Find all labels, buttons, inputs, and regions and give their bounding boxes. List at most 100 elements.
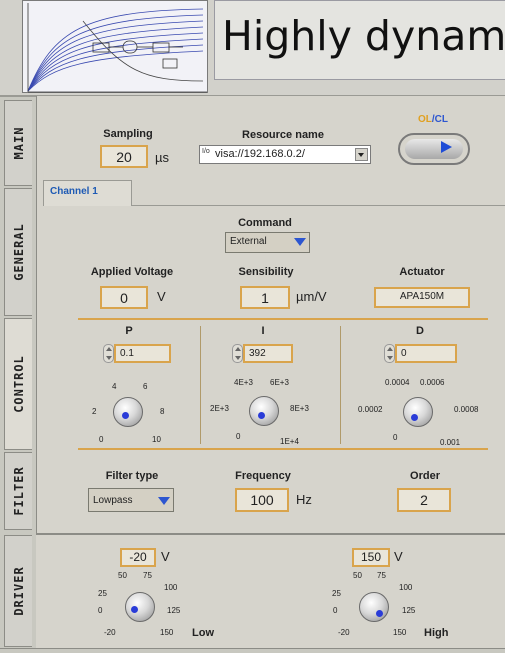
sensibility-field[interactable]: 1 [240, 286, 290, 309]
p-tick-label: 4 [112, 382, 117, 391]
low-tick-label: 100 [164, 583, 178, 592]
play-icon [441, 141, 452, 153]
high-label: High [424, 627, 449, 639]
i-gain-knob[interactable] [249, 396, 279, 426]
high-voltage-unit: V [394, 549, 403, 564]
pid-separator-1 [200, 326, 201, 444]
sampling-field[interactable]: 20 [100, 145, 148, 168]
frequency-unit: Hz [296, 492, 312, 507]
pid-top-separator [78, 318, 488, 320]
dropdown-arrow-icon[interactable] [355, 148, 368, 161]
low-tick-label: 25 [98, 589, 107, 598]
d-gain-knob[interactable] [403, 397, 433, 427]
knob-indicator-dot [258, 412, 265, 419]
app-window: Highly dynam MAIN GENERAL CONTROL FILTER… [0, 0, 505, 653]
filter-type-selector[interactable]: Lowpass [88, 488, 174, 512]
order-label: Order [410, 470, 440, 482]
d-gain-field[interactable]: 0 [395, 344, 457, 363]
d-tick-label: 0.001 [440, 438, 461, 447]
triangle-down-icon [294, 238, 306, 246]
high-tick-label: 150 [393, 628, 407, 637]
ol-text: OL [418, 114, 432, 125]
d-tick-label: 0.0004 [385, 378, 410, 387]
high-tick-label: 0 [333, 606, 338, 615]
d-tick-label: 0.0006 [420, 378, 445, 387]
low-tick-label: 50 [118, 571, 127, 580]
sampling-label: Sampling [103, 128, 153, 140]
sensibility-unit: µm/V [296, 289, 327, 304]
low-tick-label: -20 [104, 628, 116, 637]
d-tick-label: 0.0008 [454, 405, 479, 414]
high-tick-label: 100 [399, 583, 413, 592]
tab-filter[interactable]: FILTER [4, 452, 32, 530]
applied-voltage-unit: V [157, 289, 166, 304]
high-tick-label: 25 [332, 589, 341, 598]
toggle-button-face [405, 139, 463, 159]
tab-control[interactable]: CONTROL [4, 318, 32, 450]
i-tick-label: 4E+3 [234, 378, 253, 387]
d-tick-label: 0.0002 [358, 405, 383, 414]
sampling-unit: µs [155, 150, 169, 165]
i-gain-field[interactable]: 392 [243, 344, 293, 363]
frequency-field[interactable]: 100 [235, 488, 289, 512]
command-selector[interactable]: External [225, 232, 310, 253]
cl-text: CL [434, 114, 449, 125]
pid-bottom-separator [78, 448, 488, 450]
low-tick-label: 75 [143, 571, 152, 580]
high-voltage-knob[interactable] [359, 592, 389, 622]
i-tick-label: 6E+3 [270, 378, 289, 387]
visa-icon: I/o [202, 148, 210, 155]
p-tick-label: 10 [152, 435, 161, 444]
p-tick-label: 6 [143, 382, 148, 391]
command-value: External [230, 236, 267, 247]
p-tick-label: 8 [160, 407, 165, 416]
logo-graph-thumbnail [22, 0, 208, 93]
tab-control-label: CONTROL [11, 355, 26, 413]
p-gain-field[interactable]: 0.1 [114, 344, 171, 363]
p-gain-spinner[interactable] [103, 344, 114, 363]
d-tick-label: 0 [393, 433, 398, 442]
tab-main[interactable]: MAIN [4, 100, 32, 186]
tab-general[interactable]: GENERAL [4, 188, 32, 316]
low-tick-label: 0 [98, 606, 103, 615]
triangle-down-icon [158, 497, 170, 505]
ol-cl-label: OL/CL [418, 114, 448, 125]
p-tick-label: 0 [99, 435, 104, 444]
knob-indicator-dot [122, 412, 129, 419]
low-voltage-knob[interactable] [125, 592, 155, 622]
high-tick-label: -20 [338, 628, 350, 637]
tab-general-label: GENERAL [11, 223, 26, 281]
high-tick-label: 125 [402, 606, 416, 615]
channel-tab-divider [132, 205, 505, 206]
high-voltage-field[interactable]: 150 [352, 548, 390, 567]
channel-tab-label: Channel 1 [50, 186, 98, 197]
applied-voltage-field[interactable]: 0 [100, 286, 148, 309]
low-label: Low [192, 627, 214, 639]
bottom-edge [0, 648, 505, 653]
ol-cl-toggle-button[interactable] [398, 133, 470, 165]
p-gain-knob[interactable] [113, 397, 143, 427]
command-label: Command [238, 217, 292, 229]
low-tick-label: 125 [167, 606, 181, 615]
response-curves-graphic [27, 3, 207, 93]
d-gain-label: D [416, 325, 424, 337]
low-voltage-field[interactable]: -20 [120, 548, 156, 567]
p-gain-label: P [125, 325, 133, 337]
tab-driver[interactable]: DRIVER [4, 535, 32, 647]
page-title: Highly dynam [222, 12, 505, 60]
i-gain-spinner[interactable] [232, 344, 243, 363]
actuator-field[interactable]: APA150M [374, 287, 470, 308]
i-gain-label: I [261, 325, 265, 337]
high-tick-label: 75 [377, 571, 386, 580]
low-voltage-unit: V [161, 549, 170, 564]
resource-name-value: visa://192.168.0.2/ [215, 148, 305, 160]
resource-name-label: Resource name [242, 129, 324, 141]
d-gain-spinner[interactable] [384, 344, 395, 363]
sensibility-label: Sensibility [238, 266, 294, 278]
pid-separator-2 [340, 326, 341, 444]
applied-voltage-label: Applied Voltage [90, 266, 174, 278]
resource-name-select[interactable]: I/o visa://192.168.0.2/ [199, 145, 371, 164]
order-field[interactable]: 2 [397, 488, 451, 512]
tab-channel-1[interactable]: Channel 1 [43, 180, 132, 206]
tab-filter-label: FILTER [11, 466, 26, 516]
